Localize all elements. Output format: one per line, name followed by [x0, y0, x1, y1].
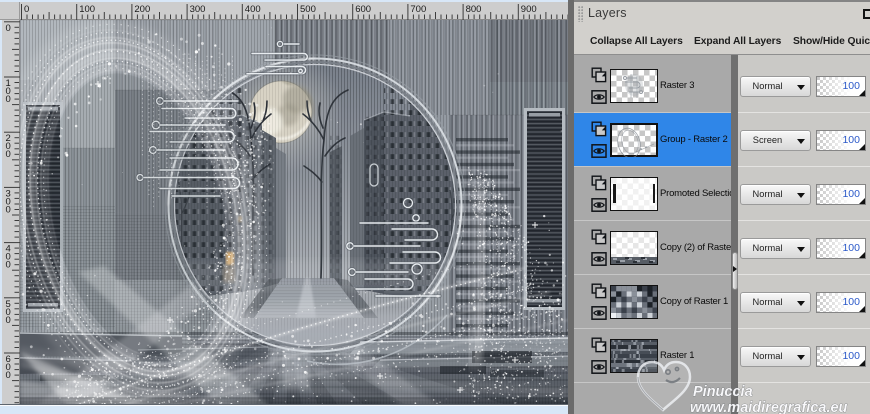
- svg-text:0: 0: [6, 370, 11, 381]
- svg-text:600: 600: [355, 4, 371, 15]
- svg-text:0: 0: [6, 149, 11, 160]
- svg-text:300: 300: [190, 4, 206, 15]
- svg-text:0: 0: [6, 260, 11, 271]
- svg-text:200: 200: [134, 4, 150, 15]
- svg-text:400: 400: [245, 4, 261, 15]
- svg-text:0: 0: [24, 4, 29, 15]
- svg-text:800: 800: [466, 4, 482, 15]
- svg-text:100: 100: [79, 4, 95, 15]
- svg-text:500: 500: [300, 4, 316, 15]
- svg-text:900: 900: [521, 4, 537, 15]
- svg-text:0: 0: [6, 204, 11, 215]
- svg-text:0: 0: [6, 23, 11, 34]
- svg-text:Pinuccia: Pinuccia: [693, 384, 753, 400]
- svg-text:700: 700: [410, 4, 426, 15]
- svg-text:0: 0: [6, 94, 11, 105]
- svg-text:0: 0: [6, 315, 11, 326]
- svg-text:www.maidiregrafica.eu: www.maidiregrafica.eu: [690, 400, 848, 414]
